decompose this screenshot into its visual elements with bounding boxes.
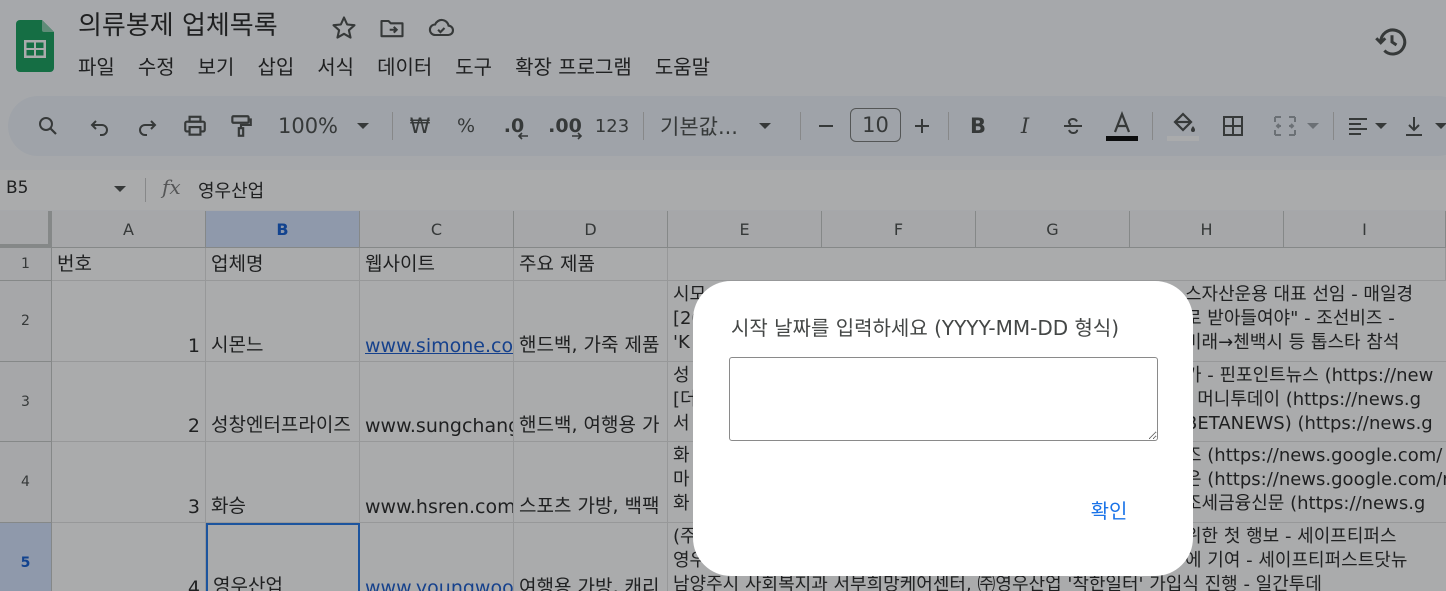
app-window: 의류봉제 업체목록 파일 수정 보기 삽입 서식 데이터 도구 확장 프로그램 … bbox=[0, 0, 1446, 591]
dialog-title: 시작 날짜를 입력하세요 (YYYY-MM-DD 형식) bbox=[731, 316, 1120, 340]
confirm-button[interactable]: 확인 bbox=[1080, 490, 1138, 528]
start-date-input[interactable] bbox=[729, 357, 1158, 441]
